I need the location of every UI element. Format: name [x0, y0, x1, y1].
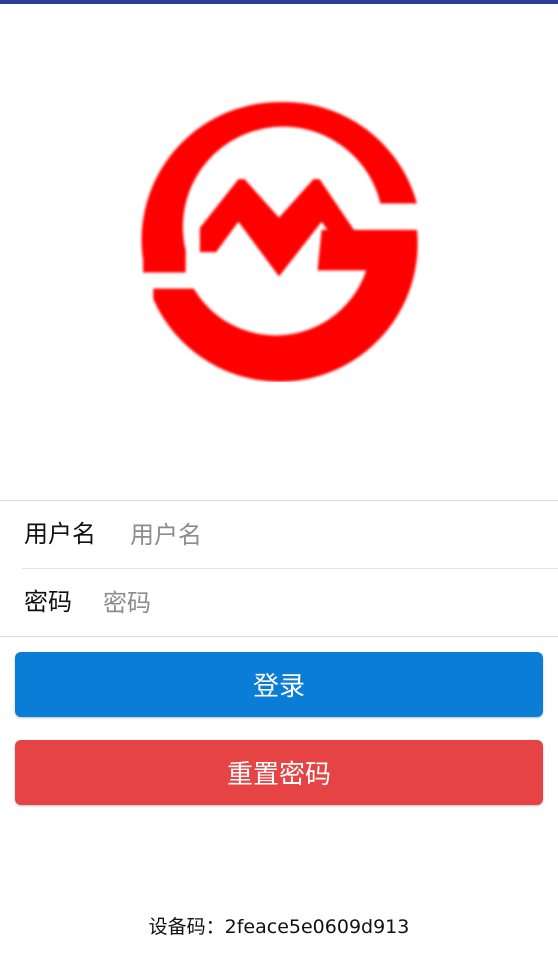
login-screen: 用户名 密码 登录 重置密码 设备码：2feace5e0609d913: [0, 0, 558, 959]
password-row: 密码: [0, 569, 558, 636]
username-row: 用户名: [0, 501, 558, 568]
device-code-value: 2feace5e0609d913: [224, 916, 410, 938]
device-code-label: 设备码：: [148, 916, 225, 938]
device-code: 设备码：2feace5e0609d913: [0, 912, 558, 939]
shanghai-metro-logo-icon: [136, 98, 422, 382]
username-input[interactable]: [130, 501, 540, 568]
password-label: 密码: [24, 588, 72, 616]
username-label: 用户名: [24, 520, 96, 548]
login-form: 用户名 密码: [0, 500, 558, 637]
login-button[interactable]: 登录: [15, 652, 543, 717]
reset-password-button[interactable]: 重置密码: [15, 740, 543, 805]
top-status-bar: [0, 0, 558, 4]
password-input[interactable]: [103, 569, 540, 636]
